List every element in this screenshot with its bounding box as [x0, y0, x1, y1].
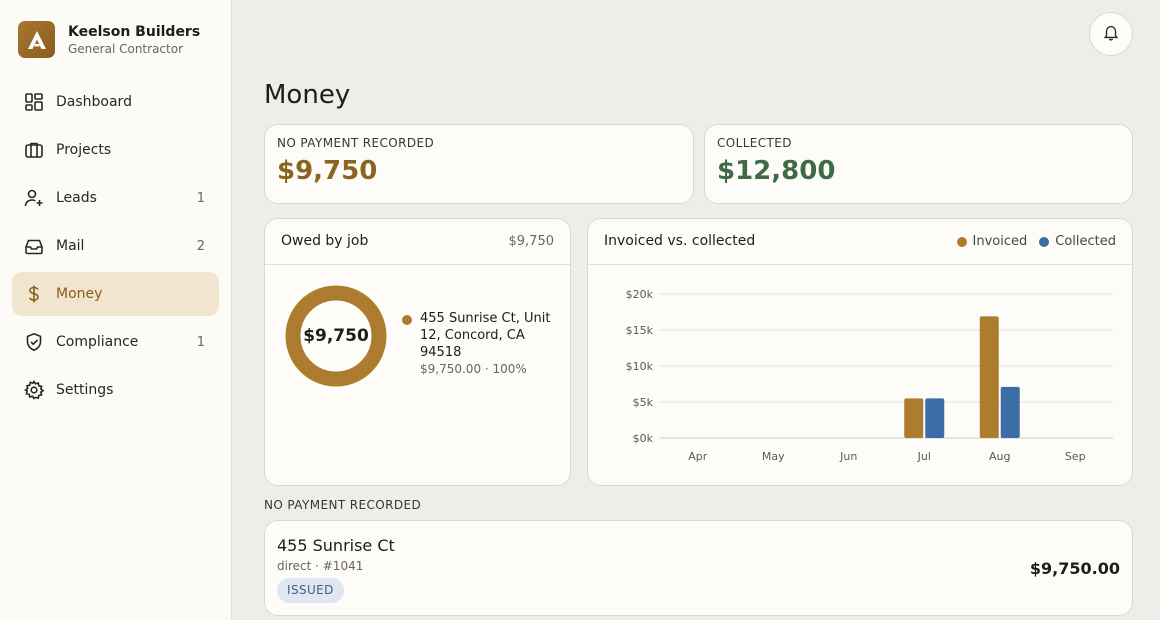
owed-by-job-panel: Owed by job $9,750 $9,750 455 Sunrise Ct…	[264, 218, 571, 486]
sidebar-item-label: Projects	[56, 142, 112, 158]
briefcase-icon	[24, 140, 44, 160]
sidebar-item-label: Compliance	[56, 334, 139, 350]
bar-chart: $0k $5k $10k $15k $20k Apr May Jun Jul Aug Sep	[626, 288, 1113, 463]
sidebar-item-mail[interactable]: Mail 2	[12, 224, 219, 268]
invoice-meta: direct · #1041	[277, 559, 364, 573]
sidebar-item-label: Leads	[56, 190, 97, 206]
notifications-button[interactable]	[1089, 12, 1133, 56]
job-legend-item[interactable]: 455 Sunrise Ct, Unit 12, Concord, CA 945…	[402, 310, 562, 376]
user-plus-icon	[24, 188, 44, 208]
dollar-icon	[24, 284, 44, 304]
legend-dot	[956, 236, 967, 247]
sidebar-item-compliance[interactable]: Compliance 1	[12, 320, 219, 364]
sidebar: Keelson Builders General Contractor Dash…	[0, 0, 232, 620]
panel-header: Invoiced vs. collected Invoiced Collecte…	[588, 219, 1132, 265]
sidebar-nav: Dashboard Projects Leads 1 Mail 2 Money …	[12, 80, 219, 416]
gear-icon	[24, 380, 44, 400]
x-tick-label: Jun	[839, 450, 857, 463]
legend-item-invoiced: Invoiced	[956, 234, 1028, 249]
sidebar-item-count: 1	[196, 190, 205, 206]
brand[interactable]: Keelson Builders General Contractor	[18, 21, 200, 58]
brand-subtitle: General Contractor	[68, 41, 184, 56]
panel-header: Owed by job $9,750	[265, 219, 570, 265]
shield-check-icon	[24, 332, 44, 352]
job-address: 455 Sunrise Ct, Unit 12, Concord, CA 945…	[420, 311, 551, 360]
legend-item-collected: Collected	[1039, 234, 1116, 249]
donut-chart: $9,750	[285, 285, 387, 387]
y-tick-label: $15k	[626, 324, 654, 337]
x-tick-label: May	[762, 450, 785, 463]
sidebar-item-count: 2	[196, 238, 205, 254]
stat-card-collected: COLLECTED $12,800	[704, 124, 1133, 204]
bar-invoiced-jul	[904, 398, 924, 438]
panel-title: Invoiced vs. collected	[604, 233, 756, 249]
sidebar-item-dashboard[interactable]: Dashboard	[12, 80, 219, 124]
invoiced-vs-collected-panel: Invoiced vs. collected Invoiced Collecte…	[587, 218, 1133, 486]
invoice-amount: $9,750.00	[1029, 559, 1120, 578]
page-title: Money	[264, 80, 351, 110]
bar-collected-jul	[925, 398, 945, 438]
y-tick-label: $10k	[626, 360, 654, 373]
stat-value: $12,800	[717, 156, 836, 186]
legend-label: Collected	[1055, 234, 1116, 249]
sidebar-item-projects[interactable]: Projects	[12, 128, 219, 172]
sidebar-item-label: Dashboard	[56, 94, 132, 110]
sidebar-item-settings[interactable]: Settings	[12, 368, 219, 412]
sidebar-item-label: Settings	[56, 382, 114, 398]
y-tick-label: $5k	[633, 396, 654, 409]
legend-dot	[402, 315, 412, 325]
sidebar-item-money[interactable]: Money	[12, 272, 219, 316]
sidebar-item-label: Mail	[56, 238, 85, 254]
x-tick-label: Jul	[917, 450, 931, 463]
stat-value: $9,750	[277, 156, 378, 186]
stat-label: COLLECTED	[717, 136, 792, 150]
sidebar-item-count: 1	[196, 334, 205, 350]
invoice-title: 455 Sunrise Ct	[277, 536, 395, 555]
invoice-row[interactable]: 455 Sunrise Ct direct · #1041 ISSUED $9,…	[264, 520, 1133, 616]
job-amount-share: $9,750.00 · 100%	[420, 362, 527, 376]
sidebar-item-label: Money	[56, 286, 103, 302]
x-tick-label: Sep	[1065, 450, 1086, 463]
brand-name: Keelson Builders	[68, 23, 201, 40]
panel-title: Owed by job	[281, 233, 369, 249]
donut-center-value: $9,750	[303, 326, 369, 346]
stat-label: NO PAYMENT RECORDED	[277, 136, 435, 150]
bar-collected-aug	[1000, 386, 1020, 438]
y-tick-label: $0k	[633, 432, 654, 445]
inbox-icon	[24, 236, 44, 256]
bar-invoiced-aug	[979, 316, 999, 438]
chart-legend: Invoiced Collected	[945, 234, 1116, 249]
sidebar-item-leads[interactable]: Leads 1	[12, 176, 219, 220]
bell-icon	[1102, 23, 1120, 45]
brand-logo-icon	[18, 21, 55, 58]
stat-card-unpaid: NO PAYMENT RECORDED $9,750	[264, 124, 694, 204]
legend-dot	[1039, 236, 1050, 247]
legend-label: Invoiced	[972, 234, 1028, 249]
x-tick-label: Aug	[989, 450, 1010, 463]
dashboard-icon	[24, 92, 44, 112]
y-tick-label: $20k	[626, 288, 654, 301]
section-label: NO PAYMENT RECORDED	[264, 498, 422, 512]
x-tick-label: Apr	[688, 450, 708, 463]
panel-total: $9,750	[508, 234, 555, 249]
status-badge: ISSUED	[277, 578, 344, 603]
